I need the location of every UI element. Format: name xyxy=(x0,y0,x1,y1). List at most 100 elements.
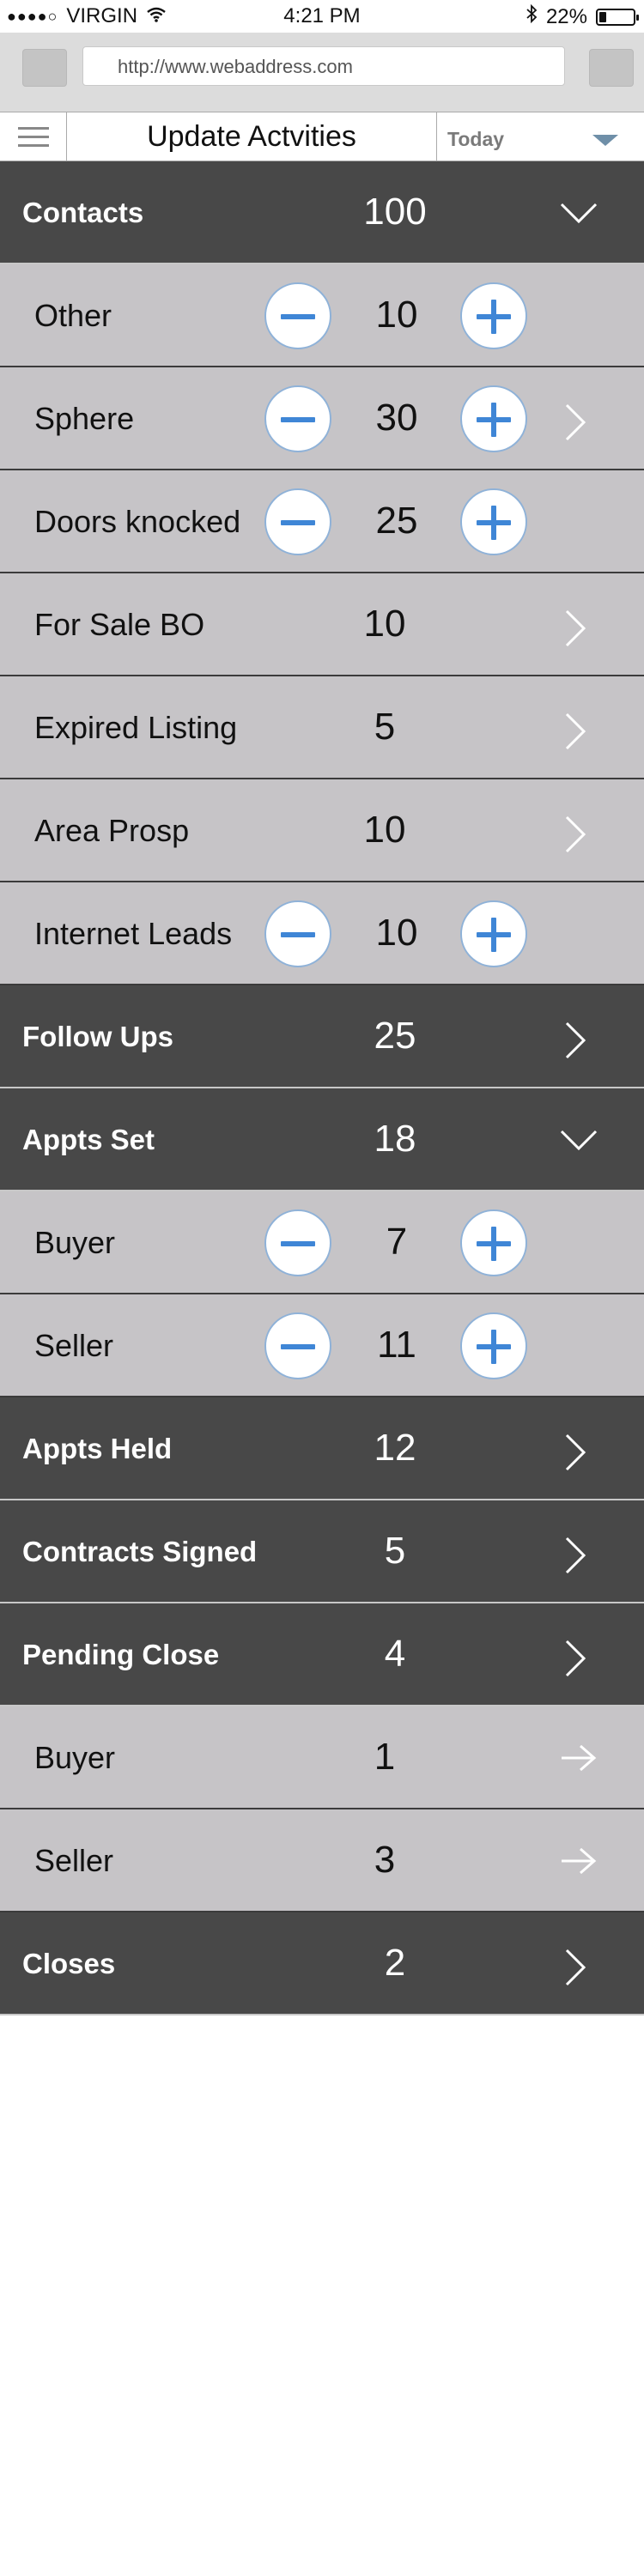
minus-icon xyxy=(281,417,315,422)
period-dropdown[interactable]: Today xyxy=(436,112,644,161)
section-row-contracts-signed[interactable]: Contracts Signed 5 xyxy=(0,1500,644,1603)
row-count: 2 xyxy=(384,1942,406,1984)
browser-toolbar: http://www.webaddress.com xyxy=(0,33,644,112)
arrow-right-icon[interactable] xyxy=(558,1844,597,1878)
increment-button[interactable] xyxy=(460,488,527,555)
arrow-right-icon[interactable] xyxy=(558,1741,597,1775)
section-row-appts-set[interactable]: Appts Set 18 xyxy=(0,1088,644,1191)
row-count: 25 xyxy=(375,500,418,542)
decrement-button[interactable] xyxy=(264,282,331,349)
decrement-button[interactable] xyxy=(264,385,331,452)
row-count: 10 xyxy=(363,809,406,851)
browser-action-button[interactable] xyxy=(589,49,634,87)
chevron-right-icon[interactable] xyxy=(558,1638,592,1677)
chevron-down-icon[interactable] xyxy=(558,196,598,230)
increment-button[interactable] xyxy=(460,1312,527,1379)
activity-row-area-prosp[interactable]: Area Prosp 10 xyxy=(0,779,644,882)
activity-row-expired-listing[interactable]: Expired Listing 5 xyxy=(0,676,644,779)
row-label: Contacts xyxy=(22,197,144,228)
row-count: 25 xyxy=(374,1015,416,1057)
chevron-right-icon[interactable] xyxy=(558,402,592,441)
row-count: 12 xyxy=(374,1427,416,1469)
battery-percent: 22% xyxy=(545,4,587,28)
battery-level xyxy=(599,11,606,22)
row-count: 7 xyxy=(386,1221,408,1263)
row-label: Buyer xyxy=(34,1740,116,1775)
decrement-button[interactable] xyxy=(264,900,331,967)
row-label: Closes xyxy=(22,1948,116,1979)
activity-row-doors-knocked: Doors knocked 25 xyxy=(0,470,644,573)
minus-icon xyxy=(281,932,315,937)
row-count: 100 xyxy=(363,191,427,233)
section-row-closes[interactable]: Closes 2 xyxy=(0,1912,644,2015)
increment-button[interactable] xyxy=(460,1209,527,1276)
chevron-right-icon[interactable] xyxy=(558,711,592,750)
row-count: 5 xyxy=(384,1530,406,1572)
row-count: 1 xyxy=(374,1736,396,1778)
chevron-right-icon[interactable] xyxy=(558,1535,592,1574)
row-label: Sphere xyxy=(34,401,135,436)
row-label: Pending Close xyxy=(22,1639,220,1670)
row-label: Follow Ups xyxy=(22,1021,173,1052)
chevron-right-icon[interactable] xyxy=(558,1432,592,1471)
activity-row-appts-set-buyer: Buyer 7 xyxy=(0,1191,644,1294)
section-row-appts-held[interactable]: Appts Held 12 xyxy=(0,1397,644,1500)
decrement-button[interactable] xyxy=(264,488,331,555)
section-row-pending-close[interactable]: Pending Close 4 xyxy=(0,1603,644,1706)
page-title: Update Actvities xyxy=(147,120,356,153)
row-label: Buyer xyxy=(34,1225,116,1260)
decrement-button[interactable] xyxy=(264,1209,331,1276)
activity-row-pending-buyer[interactable]: Buyer 1 xyxy=(0,1706,644,1809)
row-label: Doors knocked xyxy=(34,504,241,539)
row-label: Seller xyxy=(34,1328,114,1363)
bluetooth-icon xyxy=(526,3,538,29)
chevron-down-icon[interactable] xyxy=(558,1123,598,1157)
activity-row-internet-leads: Internet Leads 10 xyxy=(0,882,644,985)
minus-icon xyxy=(281,1344,315,1349)
section-row-follow-ups[interactable]: Follow Ups 25 xyxy=(0,985,644,1088)
row-count: 4 xyxy=(384,1633,406,1675)
row-count: 18 xyxy=(374,1118,416,1160)
row-count: 10 xyxy=(375,912,418,954)
status-bar: ●●●●○ VIRGIN 4:21 PM 22% xyxy=(0,0,644,33)
section-row-contacts[interactable]: Contacts 100 xyxy=(0,161,644,264)
period-selected-value: Today xyxy=(447,128,505,150)
status-right-group: 22% xyxy=(526,3,639,29)
chevron-right-icon[interactable] xyxy=(558,1947,592,1986)
activity-list: Contacts 100 Other 10 Sphere 30 Doors knocked 2… xyxy=(0,161,644,2015)
row-label: Contracts Signed xyxy=(22,1536,258,1567)
row-label: For Sale BO xyxy=(34,607,205,642)
row-count: 5 xyxy=(374,706,396,748)
hamburger-menu-icon[interactable] xyxy=(0,112,67,161)
chevron-right-icon[interactable] xyxy=(558,1020,592,1059)
minus-icon xyxy=(281,314,315,319)
browser-back-button[interactable] xyxy=(22,49,67,87)
row-label: Seller xyxy=(34,1843,114,1878)
activity-row-for-sale-bo[interactable]: For Sale BO 10 xyxy=(0,573,644,676)
row-count: 3 xyxy=(374,1839,396,1881)
row-count: 10 xyxy=(363,603,406,645)
activity-row-other: Other 10 xyxy=(0,264,644,367)
dropdown-caret-icon xyxy=(592,135,618,146)
increment-button[interactable] xyxy=(460,385,527,452)
app-header: Update Actvities Today xyxy=(0,112,644,161)
row-label: Appts Held xyxy=(22,1433,173,1464)
row-label: Expired Listing xyxy=(34,710,238,745)
battery-icon xyxy=(596,8,639,26)
minus-icon xyxy=(281,520,315,525)
minus-icon xyxy=(281,1241,315,1246)
url-field[interactable]: http://www.webaddress.com xyxy=(82,46,565,86)
row-label: Other xyxy=(34,298,112,333)
row-label: Internet Leads xyxy=(34,916,233,951)
activity-row-sphere[interactable]: Sphere 30 xyxy=(0,367,644,470)
activity-row-pending-seller[interactable]: Seller 3 xyxy=(0,1809,644,1912)
chevron-right-icon[interactable] xyxy=(558,608,592,647)
row-count: 11 xyxy=(377,1324,416,1366)
decrement-button[interactable] xyxy=(264,1312,331,1379)
increment-button[interactable] xyxy=(460,282,527,349)
chevron-right-icon[interactable] xyxy=(558,814,592,853)
row-label: Appts Set xyxy=(22,1124,155,1155)
activity-row-appts-set-seller: Seller 11 xyxy=(0,1294,644,1397)
increment-button[interactable] xyxy=(460,900,527,967)
row-count: 10 xyxy=(375,294,418,336)
